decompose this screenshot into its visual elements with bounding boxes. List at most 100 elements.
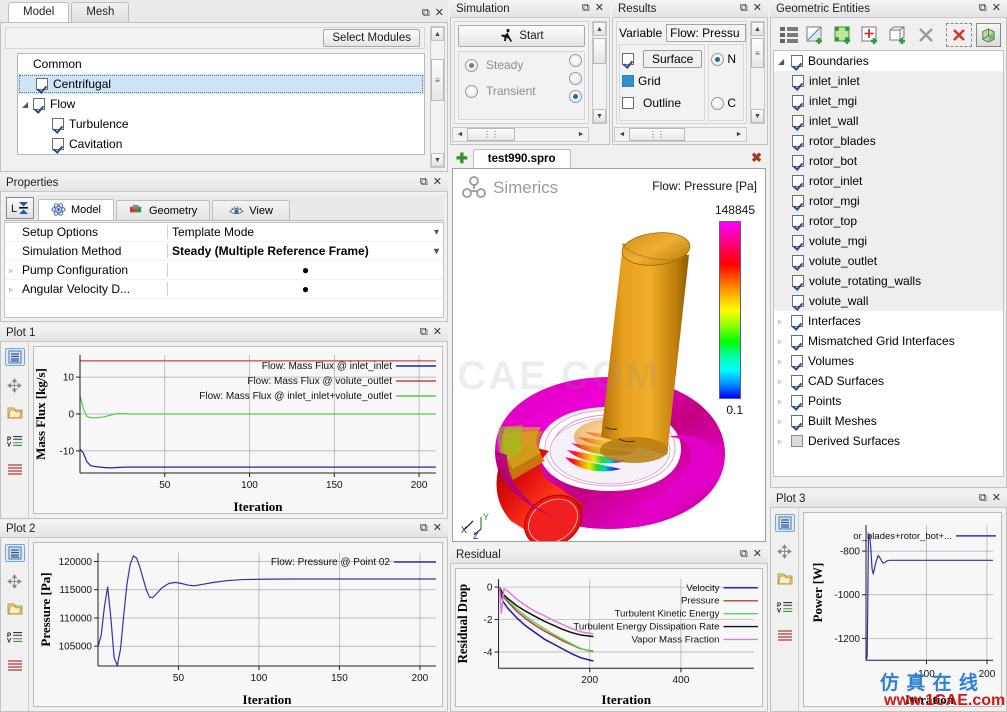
plot-folder-icon[interactable] — [775, 570, 795, 588]
geometric-entity-row[interactable]: rotor_bot — [774, 151, 1003, 171]
expander-icon[interactable]: ▹ — [778, 377, 788, 386]
checkbox[interactable] — [792, 175, 804, 187]
checkbox[interactable] — [792, 135, 804, 147]
checkbox[interactable] — [792, 275, 804, 287]
expander-icon[interactable]: ◢ — [22, 100, 32, 109]
checkbox[interactable] — [791, 355, 803, 367]
plot-move-icon[interactable] — [775, 542, 795, 560]
geometric-entity-row[interactable]: volute_wall — [774, 291, 1003, 311]
checkbox[interactable] — [36, 78, 48, 90]
property-row[interactable]: Simulation Method Steady (Multiple Refere… — [5, 242, 443, 261]
close-icon[interactable]: ✕ — [753, 3, 762, 14]
checkbox[interactable] — [792, 75, 804, 87]
geometric-entity-row[interactable]: rotor_mgi — [774, 191, 1003, 211]
geometric-entity-row[interactable]: ▹ Points — [774, 391, 1003, 411]
close-icon[interactable]: ✕ — [595, 3, 604, 14]
radio-results-c[interactable] — [711, 96, 725, 110]
expander-icon[interactable]: ▹ — [778, 317, 788, 326]
delete-icon[interactable] — [915, 23, 939, 47]
geometric-entity-row[interactable]: ▹ Derived Surfaces — [774, 431, 1003, 451]
property-row[interactable]: Setup Options Template Mode ▾ — [5, 223, 443, 242]
plot-properties-icon[interactable]: P V — [5, 432, 25, 450]
chevron-down-icon[interactable]: ▾ — [434, 246, 439, 257]
list-tree-icon[interactable] — [777, 23, 801, 47]
add-region-icon[interactable] — [832, 23, 856, 47]
start-button[interactable]: Start — [458, 25, 585, 47]
property-value[interactable]: ● — [168, 282, 443, 296]
plot-folder-icon[interactable] — [5, 404, 25, 422]
checkbox[interactable] — [792, 195, 804, 207]
radio-steady[interactable] — [465, 58, 478, 72]
checkbox[interactable] — [792, 235, 804, 247]
add-volume-icon[interactable] — [887, 23, 911, 47]
anchor-button[interactable]: L — [6, 197, 34, 219]
radio-option-b[interactable] — [569, 72, 582, 85]
checkbox[interactable] — [52, 118, 64, 130]
property-value[interactable]: Steady (Multiple Reference Frame) ▾ — [168, 244, 443, 258]
geometric-entity-row[interactable]: ▹ Interfaces — [774, 311, 1003, 331]
expander-icon[interactable]: ▹ — [778, 397, 788, 406]
checkbox-surface[interactable] — [622, 53, 634, 65]
plot-list-icon[interactable] — [774, 514, 795, 532]
scroll-up-arrow[interactable]: ▲ — [751, 22, 764, 36]
viewport-3d[interactable]: Simerics Flow: Pressure [Pa] 148845 0.1 — [452, 168, 766, 542]
chevron-down-icon[interactable]: ▾ — [434, 227, 439, 238]
scroll-thumb[interactable] — [593, 38, 606, 64]
expander-icon[interactable]: ◢ — [778, 57, 788, 66]
restore-icon[interactable]: ⧉ — [740, 3, 748, 14]
plot-lines-icon[interactable] — [5, 460, 25, 478]
plot2-canvas[interactable]: 50 100 150 200 105000 110000 115000 120000 Itera… — [33, 542, 443, 707]
geometric-entity-row[interactable]: inlet_inlet — [774, 71, 1003, 91]
show-solid-icon[interactable] — [975, 23, 1001, 47]
checkbox[interactable] — [791, 375, 803, 387]
close-icon[interactable]: ✕ — [992, 3, 1001, 14]
restore-icon[interactable]: ⧉ — [422, 8, 430, 19]
geometric-entity-row[interactable]: ◢ Boundaries — [774, 51, 1003, 71]
results-vscrollbar[interactable]: ▲ ≡ ▼ — [750, 21, 765, 124]
close-icon[interactable]: ✕ — [753, 549, 762, 560]
model-panel-scrollbar[interactable]: ▲ ≡ ▼ — [430, 26, 445, 168]
checkbox[interactable] — [792, 215, 804, 227]
scroll-up-arrow[interactable]: ▲ — [431, 27, 444, 41]
checkbox[interactable] — [792, 155, 804, 167]
scroll-up-arrow[interactable]: ▲ — [593, 22, 606, 36]
tab-properties-geometry[interactable]: Geometry — [115, 200, 211, 220]
plot-move-icon[interactable] — [5, 376, 25, 394]
restore-icon[interactable]: ⧉ — [979, 493, 987, 504]
geometric-entity-row[interactable]: volute_mgi — [774, 231, 1003, 251]
checkbox[interactable] — [792, 115, 804, 127]
tab-mesh[interactable]: Mesh — [71, 2, 130, 22]
checkbox[interactable] — [33, 98, 45, 110]
checkbox[interactable] — [791, 395, 803, 407]
geometric-entity-row[interactable]: rotor_top — [774, 211, 1003, 231]
plot-list-icon[interactable] — [4, 348, 25, 366]
geometric-entity-row[interactable]: volute_rotating_walls — [774, 271, 1003, 291]
model-tree-row[interactable]: Turbulence — [18, 114, 424, 134]
scroll-thumb[interactable]: ⋮⋮ — [467, 128, 515, 141]
expander-icon[interactable]: ▹ — [778, 437, 788, 446]
close-icon[interactable]: ✕ — [433, 177, 442, 188]
checkbox[interactable] — [791, 415, 803, 427]
geometric-entity-row[interactable]: rotor_blades — [774, 131, 1003, 151]
residual-canvas[interactable]: 200 400 0 -2 -4 Iteration Residual Drop Velocit… — [455, 568, 763, 707]
scroll-down-arrow[interactable]: ▼ — [751, 109, 764, 123]
plot3-canvas[interactable]: 100 200 -800 -1000 -1200 Iteration Power [W] or… — [803, 512, 1002, 707]
plot1-canvas[interactable]: 50 100 150 200 -10 0 10 Iteration Mass Flux [kg/… — [33, 346, 443, 514]
close-tab-icon[interactable]: ✖ — [751, 150, 762, 166]
radio-option-c[interactable] — [569, 90, 582, 103]
model-tree-row[interactable]: Common — [18, 54, 424, 74]
geometric-entity-row[interactable]: ▹ Volumes — [774, 351, 1003, 371]
checkbox-grid[interactable] — [622, 75, 634, 87]
add-point-icon[interactable] — [860, 23, 884, 47]
radio-transient[interactable] — [465, 84, 478, 98]
scroll-down-arrow[interactable]: ▼ — [431, 153, 444, 167]
checkbox-outline[interactable] — [622, 97, 634, 109]
checkbox[interactable] — [791, 335, 803, 347]
checkbox[interactable] — [791, 55, 803, 67]
property-value[interactable]: ● — [168, 263, 443, 277]
select-modules-button[interactable]: Select Modules — [323, 29, 420, 47]
model-tree[interactable]: Common Centrifugal ◢ Flow Turbulence Cavitati… — [17, 53, 425, 155]
simulation-vscrollbar[interactable]: ▲ ▼ — [592, 21, 607, 124]
model-tree-row[interactable]: Cavitation — [18, 134, 424, 154]
model-tree-row[interactable]: ◢ Flow — [18, 94, 424, 114]
